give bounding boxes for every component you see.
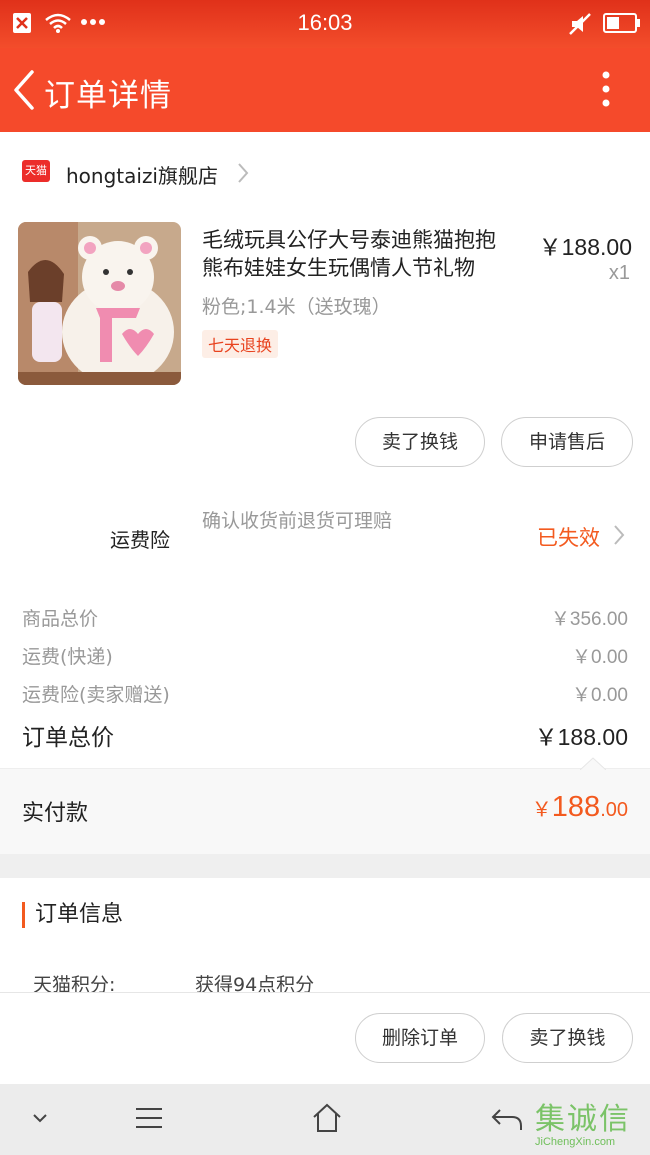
insurance-status: 已失效 <box>537 526 600 550</box>
goods-total-label: 商品总价 <box>22 608 99 630</box>
actual-payment-box: 实付款 ￥188.00 <box>0 757 650 854</box>
chevron-right-icon <box>614 525 625 545</box>
actual-payment-label: 实付款 <box>22 801 89 826</box>
product-sku: 粉色;1.4米（送玫瑰） <box>202 296 391 318</box>
insurance-fee-row: 运费险(卖家赠送) ￥0.00 <box>22 680 628 707</box>
delete-order-button[interactable]: 删除订单 <box>355 1013 485 1063</box>
chevron-right-icon <box>238 163 249 183</box>
goods-total-value: ￥356.00 <box>550 609 628 630</box>
status-bar: 16:03 <box>0 0 650 48</box>
shipping-insurance-row[interactable]: 运费险 确认收货前退货可理赔 已失效 <box>0 494 650 574</box>
actual-payment-amount: ￥188.00 <box>532 791 628 824</box>
nav-bar: 订单详情 <box>0 48 650 132</box>
order-total-value: ￥188.00 <box>534 724 628 750</box>
back-icon[interactable] <box>490 1106 524 1132</box>
order-total-row: 订单总价 ￥188.00 <box>22 718 628 752</box>
menu-icon[interactable] <box>134 1106 164 1130</box>
battery-icon <box>603 13 640 33</box>
shipping-fee-value: ￥0.00 <box>572 647 628 668</box>
sell-for-cash-button[interactable]: 卖了换钱 <box>355 417 485 467</box>
insurance-description: 确认收货前退货可理赔 <box>202 510 393 532</box>
currency-symbol: ￥ <box>531 799 552 821</box>
amount-decimal: .00 <box>600 799 628 821</box>
product-quantity: x1 <box>608 262 630 284</box>
insurance-label: 运费险 <box>110 528 170 552</box>
home-icon[interactable] <box>311 1102 343 1134</box>
back-arrow-icon[interactable] <box>10 68 40 112</box>
shop-name: hongtaizi旗舰店 <box>66 164 218 188</box>
goods-total-row: 商品总价 ￥356.00 <box>22 604 628 631</box>
after-sale-button[interactable]: 申请售后 <box>501 417 633 467</box>
chevron-down-icon[interactable] <box>32 1112 48 1124</box>
bottom-action-bar: 删除订单 卖了换钱 <box>0 992 650 1084</box>
insurance-fee-value: ￥0.00 <box>572 685 628 706</box>
watermark-logo: 集诚信 <box>535 1102 631 1137</box>
more-vertical-icon[interactable] <box>596 70 616 110</box>
sell-for-cash-button-bottom[interactable]: 卖了换钱 <box>502 1013 633 1063</box>
order-total-label: 订单总价 <box>22 725 114 751</box>
shipping-fee-label: 运费(快递) <box>22 646 113 668</box>
site-watermark: 集诚信 JiChengXin.com <box>535 1104 647 1152</box>
status-time: 16:03 <box>297 10 353 35</box>
product-price: ￥188.00 <box>538 234 632 260</box>
order-info-title: 订单信息 <box>22 902 123 928</box>
product-image[interactable] <box>18 222 181 385</box>
amount-integer: 188 <box>551 791 601 823</box>
pointer-caret <box>580 757 606 770</box>
product-item[interactable]: 毛绒玩具公仔大号泰迪熊猫抱抱熊布娃娃女生玩偶情人节礼物 粉色;1.4米（送玫瑰）… <box>0 214 650 404</box>
mute-icon <box>569 13 591 35</box>
shop-row[interactable]: 天猫 hongtaizi旗舰店 <box>0 132 650 214</box>
section-divider <box>0 854 650 878</box>
shipping-fee-row: 运费(快递) ￥0.00 <box>22 642 628 669</box>
return-policy-badge: 七天退换 <box>202 330 279 358</box>
insurance-fee-label: 运费险(卖家赠送) <box>22 684 170 706</box>
product-title: 毛绒玩具公仔大号泰迪熊猫抱抱熊布娃娃女生玩偶情人节礼物 <box>202 228 496 280</box>
watermark-url: JiChengXin.com <box>535 1136 616 1148</box>
tmall-logo: 天猫 <box>22 160 50 182</box>
page-title: 订单详情 <box>44 78 172 114</box>
